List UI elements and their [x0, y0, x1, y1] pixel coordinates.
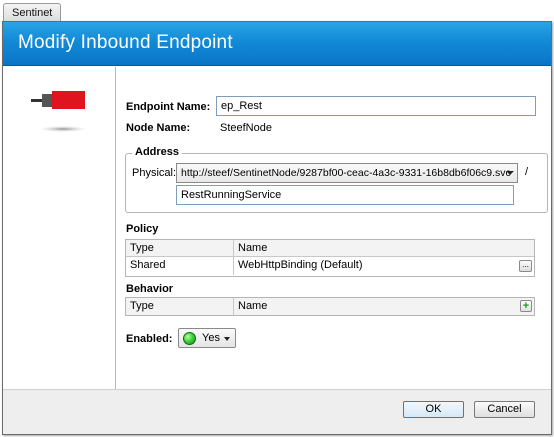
behavior-section-label: Behavior — [126, 283, 174, 295]
table-row[interactable]: Shared WebHttpBinding (Default) ... — [126, 257, 534, 275]
left-icon-panel — [3, 67, 116, 389]
physical-address-select[interactable]: http://steef/SentinetNode/9287bf00-ceac-… — [176, 163, 518, 183]
relative-path-input[interactable]: RestRunningService — [176, 185, 514, 205]
policy-row-type: Shared — [126, 257, 234, 275]
behavior-grid: Type Name + — [125, 297, 535, 316]
chevron-down-icon — [506, 171, 514, 175]
physical-label: Physical: — [132, 167, 177, 179]
green-status-icon — [183, 332, 196, 345]
dialog-footer: OK Cancel — [3, 389, 551, 434]
node-name-label: Node Name: — [126, 122, 191, 134]
policy-grid: Type Name Shared WebHttpBinding (Default… — [125, 239, 535, 277]
endpoint-name-input[interactable]: ep_Rest — [216, 96, 536, 116]
policy-browse-button[interactable]: ... — [519, 260, 532, 272]
enabled-value: Yes — [202, 332, 220, 344]
policy-grid-header: Type Name — [126, 240, 534, 257]
policy-row-name: WebHttpBinding (Default) — [238, 259, 363, 271]
enabled-select[interactable]: Yes — [178, 328, 236, 348]
address-group: Address Physical: http://steef/SentinetN… — [125, 146, 548, 213]
policy-section-label: Policy — [126, 223, 159, 235]
modify-endpoint-dialog: Modify Inbound Endpoint Endpoint Name: e… — [2, 21, 552, 435]
behavior-col-name: Name — [238, 300, 268, 312]
endpoint-name-label: Endpoint Name: — [126, 101, 211, 113]
address-separator: / — [525, 166, 529, 178]
policy-col-name: Name — [238, 242, 268, 254]
behavior-grid-header: Type Name + — [126, 298, 534, 315]
dialog-title: Modify Inbound Endpoint — [18, 32, 233, 53]
app-tab-sentinet[interactable]: Sentinet — [3, 3, 62, 22]
endpoint-form: Endpoint Name: ep_Rest Node Name: SteefN… — [116, 67, 551, 389]
node-name-value: SteefNode — [220, 122, 272, 134]
add-behavior-button[interactable]: + — [520, 300, 532, 312]
cancel-button[interactable]: Cancel — [474, 401, 535, 418]
enabled-label: Enabled: — [126, 333, 173, 345]
dialog-body: Endpoint Name: ep_Rest Node Name: SteefN… — [3, 67, 551, 389]
ok-button[interactable]: OK — [403, 401, 464, 418]
behavior-col-type: Type — [126, 298, 234, 315]
policy-col-type: Type — [126, 240, 234, 256]
address-legend: Address — [132, 146, 183, 158]
dialog-title-bar: Modify Inbound Endpoint — [3, 22, 551, 66]
inbound-endpoint-icon — [31, 91, 87, 132]
physical-address-value: http://steef/SentinetNode/9287bf00-ceac-… — [181, 167, 511, 179]
chevron-down-icon — [224, 337, 230, 341]
tab-strip: Sentinet — [0, 0, 554, 22]
